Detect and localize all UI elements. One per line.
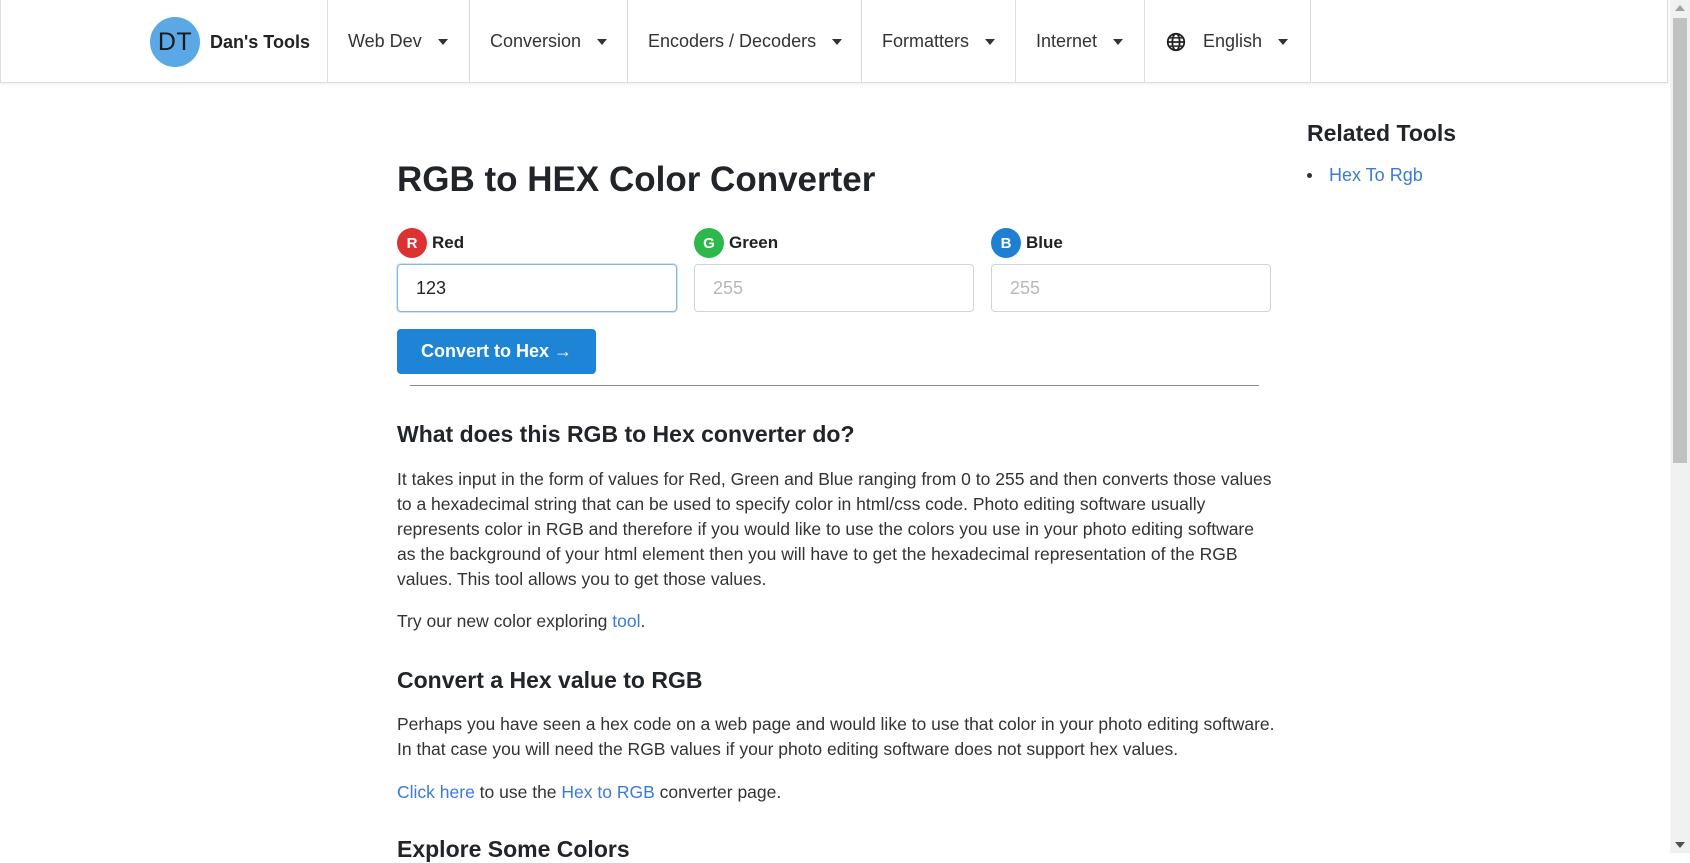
nav-web-dev-label: Web Dev bbox=[348, 31, 422, 51]
hex-link-line: Click here to use the Hex to RGB convert… bbox=[397, 780, 1277, 805]
hex-link-end: converter page. bbox=[654, 782, 782, 802]
nav-formatters[interactable]: Formatters bbox=[861, 0, 1015, 83]
blue-badge: B bbox=[991, 228, 1021, 258]
green-badge: G bbox=[694, 228, 724, 258]
nav-conversion[interactable]: Conversion bbox=[469, 0, 627, 83]
try-tool-suffix: . bbox=[640, 611, 646, 631]
chevron-down-icon bbox=[437, 38, 448, 45]
red-input[interactable] bbox=[397, 264, 677, 312]
related-tools-title: Related Tools bbox=[1307, 120, 1457, 146]
section-explore-heading: Explore Some Colors bbox=[397, 836, 630, 862]
chevron-down-icon bbox=[985, 38, 996, 45]
nav-internet-label: Internet bbox=[1036, 31, 1098, 51]
brand-logo[interactable]: DT bbox=[150, 17, 200, 67]
nav-internet[interactable]: Internet bbox=[1015, 0, 1144, 83]
red-field: R Red bbox=[397, 228, 677, 312]
section-hex-heading: Convert a Hex value to RGB bbox=[397, 667, 703, 693]
section-what-paragraph: It takes input in the form of values for… bbox=[397, 469, 1272, 589]
blue-label: Blue bbox=[1026, 233, 1063, 252]
try-tool-prefix: Try our new color exploring bbox=[397, 611, 613, 631]
related-tools-list: Hex To Rgb bbox=[1307, 165, 1423, 186]
nav-web-dev[interactable]: Web Dev bbox=[327, 0, 469, 83]
green-input[interactable] bbox=[694, 264, 974, 312]
convert-to-hex-button[interactable]: Convert to Hex → bbox=[397, 329, 596, 374]
top-navbar: DT Dan's Tools Web Dev Conversion Encode… bbox=[0, 0, 1668, 83]
chevron-down-icon bbox=[832, 38, 843, 45]
hex-link-middle: to use the bbox=[474, 782, 562, 802]
section-what-heading: What does this RGB to Hex converter do? bbox=[397, 421, 855, 447]
page-title: RGB to HEX Color Converter bbox=[397, 160, 876, 199]
scroll-thumb[interactable] bbox=[1673, 18, 1687, 463]
blue-field: B Blue bbox=[991, 228, 1271, 312]
red-label: Red bbox=[432, 233, 465, 252]
brand-name[interactable]: Dan's Tools bbox=[210, 32, 310, 53]
color-explorer-tool-link[interactable]: tool bbox=[612, 611, 640, 631]
click-here-link[interactable]: Click here bbox=[397, 782, 475, 802]
section-divider bbox=[410, 385, 1259, 386]
brand[interactable]: DT Dan's Tools bbox=[150, 17, 310, 67]
scroll-up-arrow-icon[interactable] bbox=[1675, 5, 1685, 11]
related-tool-item: Hex To Rgb bbox=[1307, 165, 1423, 186]
hex-to-rgb-link[interactable]: Hex to RGB bbox=[561, 782, 654, 802]
chevron-down-icon bbox=[1278, 38, 1289, 45]
scroll-down-arrow-icon[interactable] bbox=[1675, 842, 1685, 848]
nav-divider bbox=[1310, 0, 1311, 83]
nav-formatters-label: Formatters bbox=[882, 31, 970, 51]
nav-encoders-decoders[interactable]: Encoders / Decoders bbox=[627, 0, 861, 83]
bullet-icon bbox=[1307, 173, 1312, 178]
globe-icon bbox=[1166, 32, 1186, 51]
hex-to-rgb-related-link[interactable]: Hex To Rgb bbox=[1329, 165, 1423, 186]
red-badge: R bbox=[397, 228, 427, 258]
blue-input[interactable] bbox=[991, 264, 1271, 312]
chevron-down-icon bbox=[597, 38, 608, 45]
nav-conversion-label: Conversion bbox=[490, 31, 582, 51]
nav-language[interactable]: English bbox=[1144, 0, 1310, 83]
nav-language-label: English bbox=[1203, 31, 1263, 51]
nav-encoders-decoders-label: Encoders / Decoders bbox=[648, 31, 817, 51]
green-label: Green bbox=[729, 233, 779, 252]
try-tool-line: Try our new color exploring tool. bbox=[397, 609, 1277, 634]
page-scrollbar[interactable] bbox=[1670, 0, 1690, 853]
section-hex-paragraph: Perhaps you have seen a hex code on a we… bbox=[397, 714, 1275, 759]
chevron-down-icon bbox=[1113, 38, 1124, 45]
green-field: G Green bbox=[694, 228, 974, 312]
